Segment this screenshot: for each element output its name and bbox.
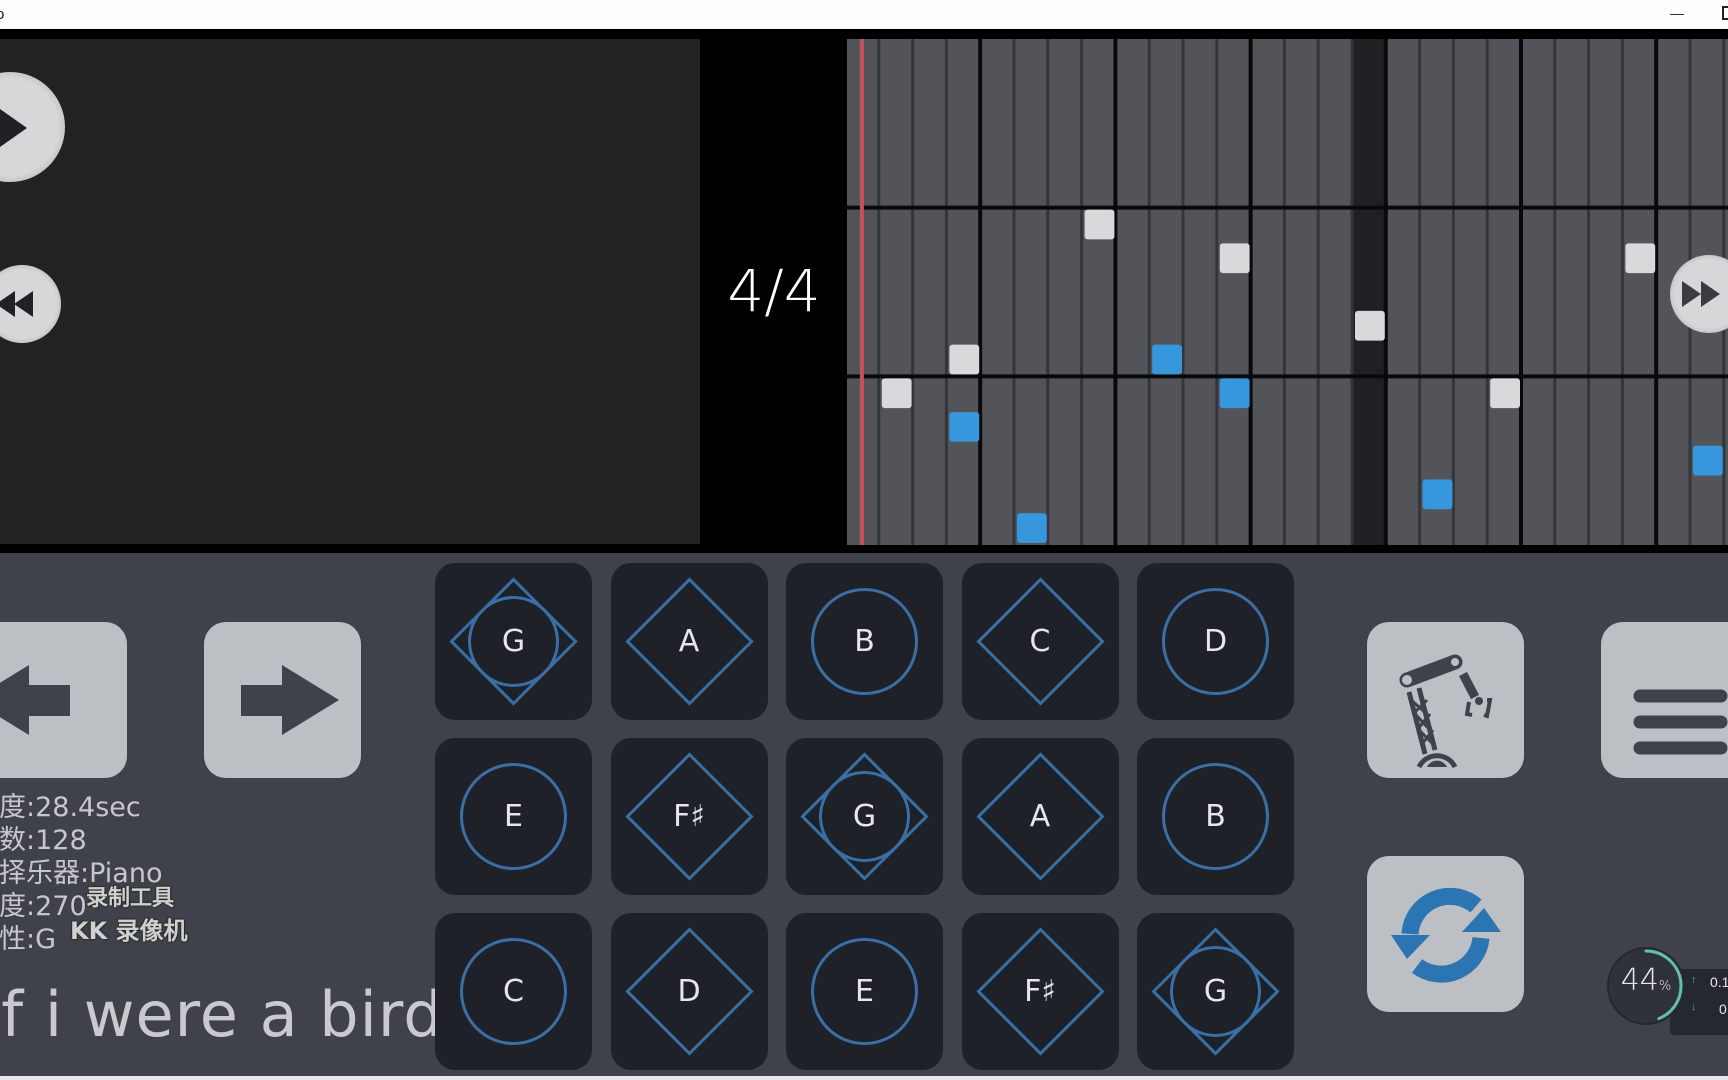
percent-sign: % [1658,979,1672,994]
note-pad[interactable]: F♯ [961,913,1119,1070]
upload-speed: 0.1 [1710,974,1728,990]
note-block [1152,344,1182,375]
arrow-left-icon [0,665,70,735]
note-pad-label: E [504,799,523,834]
note-pad-label: A [1029,799,1051,834]
note-pad-label: G [852,799,877,834]
song-info-separator: : [26,924,36,955]
song-info-label: 拍数 [0,825,26,856]
song-info-label: 长度 [0,792,26,823]
note-pad[interactable]: E [435,738,592,895]
note-pad-label: C [503,974,524,1009]
download-arrow-icon: ↓ [1691,1001,1697,1013]
upload-arrow-icon: ↑ [1691,974,1697,986]
note-block [1693,445,1723,476]
note-pad-label: D [1203,624,1228,659]
note-pad-label: A [678,624,700,659]
cpu-percent-value: 44 [1620,963,1659,998]
song-info-separator: : [26,792,36,823]
control-panel: 长度: 28.4sec拍数: 128选择乐器: Piano速度: 270调性: … [0,553,1728,1076]
note-block [1017,513,1047,543]
note-pad-label: G [501,624,526,659]
refresh-button[interactable] [1367,856,1524,1012]
note-pad[interactable]: A [610,563,768,720]
previous-button[interactable] [0,622,127,778]
song-info-label: 速度 [0,891,26,922]
download-speed: 0 [1719,1001,1727,1017]
note-pad[interactable]: D [610,913,768,1070]
song-info-value: 28.4sec [35,792,141,823]
minimize-button[interactable]: — [1667,3,1687,23]
piano-roll-canvas[interactable] [847,39,1728,545]
window-title: o [0,6,5,23]
note-pad-label: F♯ [673,799,705,834]
note-block [1625,243,1656,274]
watermark-line-2: KK 录像机 [70,917,188,945]
note-pad[interactable]: F♯ [610,738,768,895]
note-pad[interactable]: D [1137,563,1294,720]
note-pad[interactable]: G [435,563,592,720]
recorder-watermark: 录制工具 KK 录像机 [70,883,188,947]
title-bar: o — [0,0,1728,29]
note-block [1219,243,1250,274]
robot-arm-icon [1399,654,1493,769]
top-area: 4/4 [0,29,1728,553]
song-info-value: 128 [35,825,87,856]
rewind-button[interactable] [0,265,61,343]
note-block [949,344,980,375]
watermark-line-1: 录制工具 [86,886,175,911]
note-block [1355,310,1385,341]
note-pad[interactable]: G [786,738,943,895]
note-pad[interactable]: G [1137,913,1294,1070]
note-block [1219,378,1250,409]
note-pad-label: D [677,974,701,1009]
note-block [881,378,912,409]
arrow-right-icon [241,665,339,735]
note-pad-label: B [1205,799,1226,834]
highlighted-column [1352,39,1386,545]
auto-play-button[interactable] [1367,622,1524,778]
refresh-icon [1391,887,1501,983]
song-info-separator: : [26,891,36,922]
note-pad-label: E [855,974,874,1009]
note-block [1422,479,1453,510]
note-block [1084,209,1115,240]
note-pad-label: B [854,624,875,659]
preview-panel [0,39,700,544]
note-pad[interactable]: C [435,913,592,1070]
hamburger-menu-icon [1633,689,1728,755]
note-block [949,412,980,442]
play-button[interactable] [0,72,65,182]
song-info-separator: : [26,825,36,856]
maximize-button[interactable] [1722,6,1728,20]
next-button[interactable] [204,622,361,778]
note-pad-grid: G A B C D E F♯ G A B C D E F♯ G [435,563,1295,1073]
note-pad[interactable]: E [786,913,943,1070]
app-window: o — 4/4 度: 28.4sec 数: 128 择乐器: Piano … [0,0,1728,1080]
note-pad[interactable]: B [786,563,943,720]
song-info-row: 拍数: 128 [0,824,162,857]
song-title: If i were a bird [0,978,444,1051]
song-info-value: G [35,924,57,955]
note-pad[interactable]: C [961,563,1119,720]
performance-monitor: 44% ↑ 0.1 ↓ 0 [1600,941,1728,1035]
cpu-percent: 44% [1610,963,1682,998]
note-pad-label: F♯ [1024,974,1056,1009]
song-info-row: 长度: 28.4sec [0,791,162,824]
time-signature: 4/4 [727,257,821,325]
song-info-label: 选择乐器 [0,858,80,889]
song-info-label: 调性 [0,924,26,955]
taskbar-edge [0,1076,1728,1080]
note-pad[interactable]: B [1137,738,1294,895]
note-pad-label: G [1203,974,1228,1009]
note-pad[interactable]: A [961,738,1119,895]
note-block [1490,378,1520,409]
menu-button[interactable] [1601,622,1728,778]
play-icon [0,109,27,147]
piano-roll[interactable] [847,39,1728,545]
note-pad-label: C [1029,624,1051,659]
